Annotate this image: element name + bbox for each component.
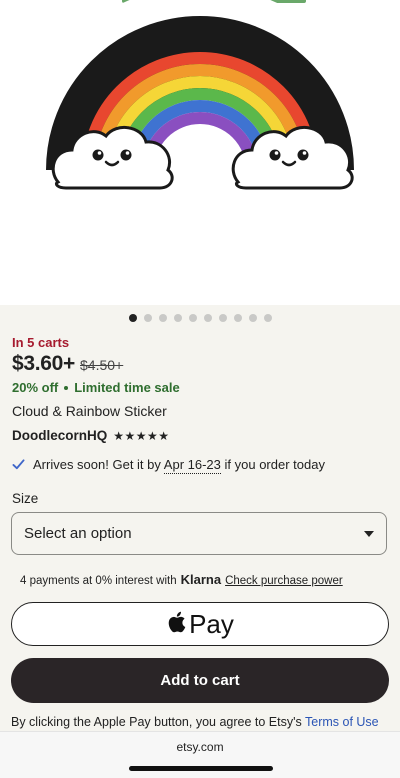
legal-notice: By clicking the Apple Pay button, you ag… [11,715,379,729]
delivery-date-link[interactable]: Apr 16-23 [163,457,221,474]
original-price: $4.50+ [80,357,124,373]
carousel-dot-10[interactable] [263,314,272,322]
sale-label: Limited time sale [74,380,180,395]
in-carts-badge: In 5 carts [12,335,70,350]
carousel-dot-2[interactable] [143,314,152,322]
carousel-dot-4[interactable] [173,314,182,322]
product-image[interactable] [0,0,400,305]
checkmark-icon [12,459,25,470]
terms-of-use-link[interactable]: Terms of Use [305,715,379,729]
current-price: $3.60+ [12,352,76,375]
delivery-estimate: Arrives soon! Get it by Apr 16-23 if you… [12,457,325,474]
apple-logo-icon [168,611,186,633]
chevron-down-icon [364,530,374,537]
star-rating[interactable]: ★★★★★ [113,429,169,443]
product-title: Cloud & Rainbow Sticker [12,403,167,419]
url-text[interactable]: etsy.com [0,740,400,754]
size-select[interactable]: Select an option [11,512,387,555]
carousel-dot-9[interactable] [248,314,257,322]
legal-text: By clicking the Apple Pay button, you ag… [11,715,302,729]
discount-text: 20% off [12,380,59,395]
klarna-logo: Klarna [180,572,222,587]
carousel-dot-6[interactable] [203,314,212,322]
delivery-text-before: Arrives soon! Get it by [33,457,161,472]
apple-pay-label: Pay [189,608,234,639]
rainbow-cloud-sticker-image [16,0,384,220]
apple-pay-button[interactable]: Pay [11,602,389,646]
sale-info: 20% off Limited time sale [12,380,180,395]
carousel-dot-5[interactable] [188,314,197,322]
size-label: Size [12,491,39,506]
carousel-dot-1[interactable] [128,314,137,322]
price-row: $3.60+ $4.50+ [12,352,123,376]
shop-name-link[interactable]: DoodlecornHQ [12,428,107,443]
home-indicator[interactable] [129,766,273,771]
browser-address-bar[interactable]: etsy.com [0,731,400,778]
image-carousel-dots[interactable] [0,314,400,326]
klarna-info: 4 payments at 0% interest with Klarna Ch… [20,572,343,587]
shop-row: DoodlecornHQ ★★★★★ [12,428,170,443]
size-select-placeholder: Select an option [24,525,132,542]
carousel-dot-3[interactable] [158,314,167,322]
separator-dot [64,385,69,390]
add-to-cart-button[interactable]: Add to cart [11,658,389,703]
carousel-dot-8[interactable] [233,314,242,322]
check-purchase-power-link[interactable]: Check purchase power [225,575,343,587]
klarna-text: 4 payments at 0% interest with [20,575,177,587]
carousel-dot-7[interactable] [218,314,227,322]
delivery-text-after: if you order today [224,457,325,472]
